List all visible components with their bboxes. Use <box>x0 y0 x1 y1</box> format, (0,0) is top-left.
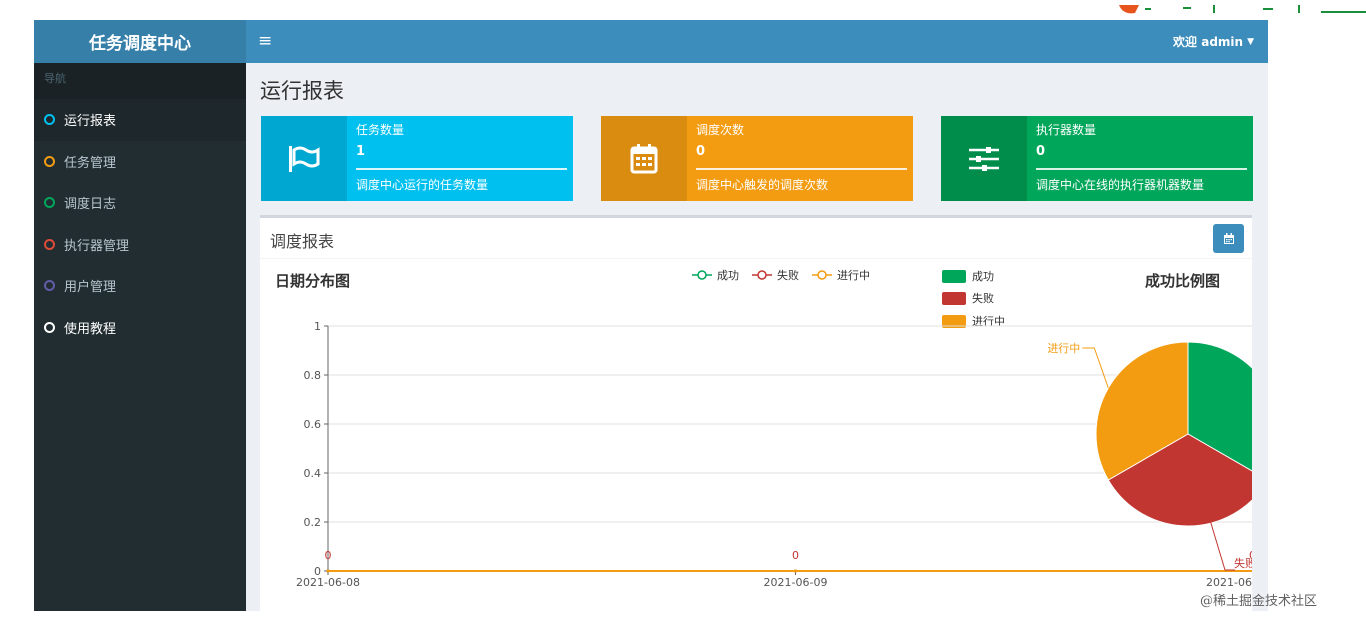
legend-label: 成功 <box>717 269 739 282</box>
circle-icon <box>44 197 55 209</box>
x-tick-label: 2021-06-09 <box>764 576 828 589</box>
info-box-progress <box>356 168 567 170</box>
info-box-triggers: 调度次数 0 调度中心触发的调度次数 <box>601 116 913 201</box>
legend-label: 失败 <box>777 268 799 282</box>
y-tick-label: 0.8 <box>304 369 322 382</box>
info-box-desc: 调度中心触发的调度次数 <box>696 178 829 192</box>
circle-icon <box>44 321 55 333</box>
brand-logo-fragment <box>1113 0 1366 14</box>
circle-icon <box>44 280 55 292</box>
pie-label-line <box>1209 519 1235 571</box>
line-legend: 成功 失败 进行中 <box>692 268 870 282</box>
pie-chart-plot: 进行中失败 <box>1047 341 1252 571</box>
top-navbar: 任务调度中心 ≡ 欢迎 admin ▼ <box>34 20 1268 63</box>
sidebar-item-jobs[interactable]: 任务管理 <box>34 141 246 183</box>
circle-icon <box>44 238 55 250</box>
info-box-title: 调度次数 <box>696 123 745 137</box>
app-logo[interactable]: 任务调度中心 <box>34 20 246 63</box>
flag-icon <box>261 116 347 201</box>
pie-label-line <box>1082 347 1109 389</box>
x-tick-label: 2021-06-08 <box>296 576 360 589</box>
legend-item-fail[interactable]: 失败 <box>752 268 799 282</box>
legend-label: 失败 <box>972 291 994 305</box>
info-box-progress <box>1036 168 1247 170</box>
sidebar-item-label: 调度日志 <box>64 197 117 213</box>
main-content: 运行报表 任务数量 1 调度中心运行的任务数量 调度次数 0 调度中心触发的调度… <box>246 63 1268 611</box>
circle-icon <box>44 155 55 167</box>
legend-item-running[interactable]: 进行中 <box>812 269 870 282</box>
sidebar-item-report[interactable]: 运行报表 <box>34 99 246 141</box>
sidebar-item-label: 用户管理 <box>64 280 117 296</box>
info-box-number: 0 <box>696 144 706 159</box>
sidebar-header: 导航 <box>34 63 246 99</box>
x-tick-label: 2021-06 <box>1206 576 1252 589</box>
watermark: @稀土掘金技术社区 <box>1200 594 1318 609</box>
info-box-progress <box>696 168 907 170</box>
data-point <box>794 569 797 573</box>
app-window: 任务调度中心 ≡ 欢迎 admin ▼ 导航 运行报表 任务管理 调度日志 执行… <box>34 20 1268 611</box>
data-point <box>326 569 330 573</box>
info-box-title: 任务数量 <box>356 123 405 137</box>
info-box-desc: 调度中心在线的执行器机器数量 <box>1036 178 1205 192</box>
report-panel: 调度报表 日期分布图 成功比例图 成功 失败 进行中 成功 失败 进行中 0 0… <box>260 215 1252 611</box>
sidebar: 导航 运行报表 任务管理 调度日志 执行器管理 用户管理 使用教程 <box>34 63 246 611</box>
legend-label: 成功 <box>972 270 994 283</box>
data-label: 0 <box>792 549 799 562</box>
report-charts: 成功 失败 进行中 成功 失败 进行中 00.20.40.60.812021-0… <box>296 268 1252 589</box>
user-label: 欢迎 admin <box>1173 35 1244 49</box>
info-box-desc: 调度中心运行的任务数量 <box>356 178 489 192</box>
pie-legend: 成功 失败 进行中 <box>942 270 1005 328</box>
sidebar-item-executors[interactable]: 执行器管理 <box>34 224 246 266</box>
legend-item-success[interactable]: 成功 <box>692 269 739 282</box>
legend-label: 进行中 <box>837 269 870 282</box>
sidebar-item-label: 执行器管理 <box>64 238 130 254</box>
y-tick-label: 0.4 <box>304 467 322 480</box>
info-box-number: 1 <box>356 144 366 159</box>
circle-icon <box>44 114 55 126</box>
pie-legend-item-success[interactable]: 成功 <box>942 270 994 283</box>
pie-label: 进行中 <box>1047 342 1080 355</box>
y-tick-label: 0.2 <box>304 516 322 529</box>
sidebar-item-users[interactable]: 用户管理 <box>34 265 246 307</box>
sidebar-item-label: 运行报表 <box>64 114 117 130</box>
user-menu[interactable]: 欢迎 admin ▼ <box>1173 20 1254 63</box>
y-tick-label: 0.6 <box>304 418 322 431</box>
info-box-executors: 执行器数量 0 调度中心在线的执行器机器数量 <box>941 116 1253 201</box>
sidebar-item-label: 任务管理 <box>64 155 117 171</box>
caret-down-icon: ▼ <box>1247 36 1254 47</box>
page-title: 运行报表 <box>260 79 344 103</box>
info-box-jobs: 任务数量 1 调度中心运行的任务数量 <box>261 116 573 201</box>
info-box-number: 0 <box>1036 144 1046 159</box>
sidebar-item-label: 使用教程 <box>64 321 117 337</box>
calendar-icon <box>601 116 687 201</box>
menu-toggle-icon[interactable]: ≡ <box>258 29 280 53</box>
sidebar-item-logs[interactable]: 调度日志 <box>34 182 246 224</box>
y-tick-label: 1 <box>314 320 321 333</box>
pie-legend-item-fail[interactable]: 失败 <box>942 291 994 305</box>
sidebar-item-help[interactable]: 使用教程 <box>34 307 246 349</box>
sliders-icon <box>941 116 1027 201</box>
pie-label: 失败 <box>1234 556 1252 570</box>
info-box-title: 执行器数量 <box>1036 123 1097 137</box>
data-label: 0 <box>325 549 332 562</box>
